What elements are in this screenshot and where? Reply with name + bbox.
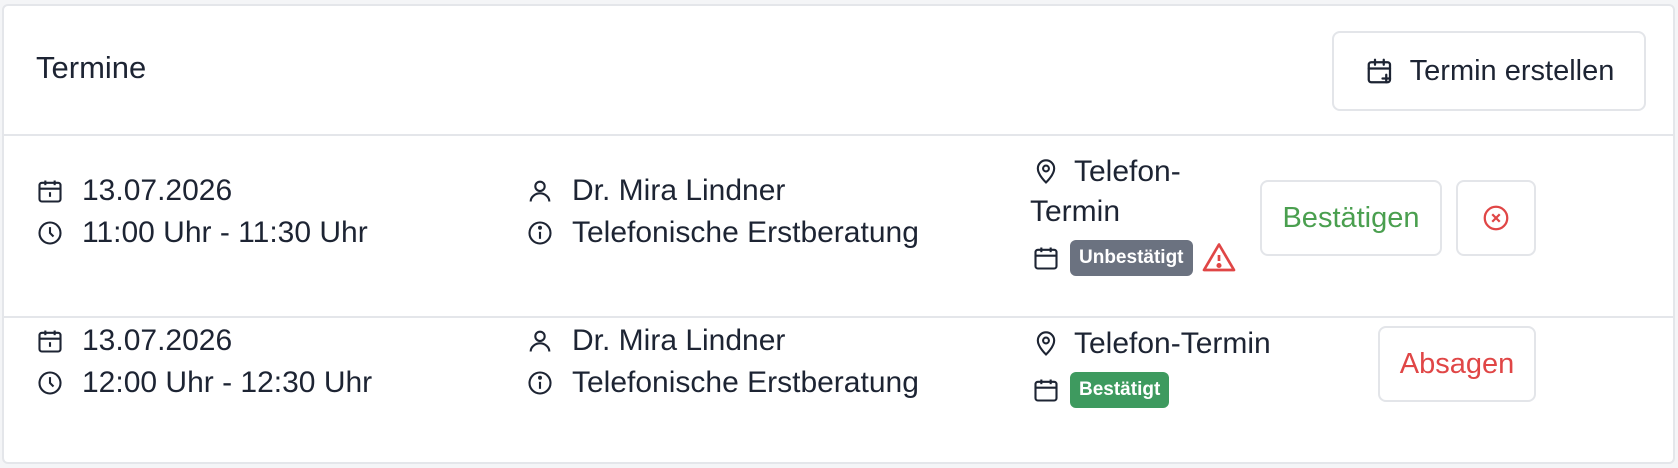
- type-cell: Telefonische Erstberatung: [524, 216, 919, 250]
- location-cell: Telefon-Termin Bestätigt: [1030, 324, 1271, 408]
- appointment-person: Dr. Mira Lindner: [572, 324, 786, 357]
- date-cell: 13.07.2026: [34, 174, 232, 208]
- card-header: Termine Termin erstellen: [4, 6, 1673, 136]
- page-title: Termine: [36, 50, 147, 85]
- calendar-icon: [1030, 374, 1062, 406]
- calendar-icon: [1030, 242, 1062, 274]
- person-cell: Dr. Mira Lindner: [524, 324, 785, 358]
- appointment-row: 13.07.2026 11:00 Uhr - 11:30 Uhr Dr. Mir…: [4, 136, 1673, 318]
- location-line-1: Telefon-: [1074, 155, 1181, 188]
- appointment-date: 13.07.2026: [82, 324, 233, 357]
- location-text: Telefon-Termin: [1074, 327, 1271, 360]
- status-badge: Unbestätigt: [1070, 240, 1193, 276]
- clock-icon: [34, 217, 66, 249]
- appointment-type: Telefonische Erstberatung: [572, 216, 919, 249]
- calendar-icon: [34, 325, 66, 357]
- time-cell: 11:00 Uhr - 11:30 Uhr: [34, 216, 368, 250]
- confirm-button[interactable]: Bestätigen: [1260, 180, 1442, 256]
- calendar-plus-icon: [1364, 55, 1396, 87]
- status-badge: Bestätigt: [1070, 372, 1170, 408]
- location-line-2: Termin: [1030, 195, 1121, 228]
- type-cell: Telefonische Erstberatung: [524, 366, 919, 400]
- location-cell: Telefon- Termin Unbestätigt: [1030, 152, 1237, 276]
- create-appointment-label: Termin erstellen: [1409, 54, 1615, 87]
- person-cell: Dr. Mira Lindner: [524, 174, 785, 208]
- cancel-icon-button[interactable]: [1456, 180, 1536, 256]
- x-circle-icon: [1480, 202, 1512, 234]
- user-icon: [524, 175, 556, 207]
- appointment-time: 11:00 Uhr - 11:30 Uhr: [82, 216, 368, 249]
- warning-triangle-icon: [1201, 240, 1237, 276]
- map-pin-icon: [1030, 328, 1062, 360]
- calendar-icon: [34, 175, 66, 207]
- appointment-date: 13.07.2026: [82, 174, 233, 207]
- appointment-person: Dr. Mira Lindner: [572, 174, 786, 207]
- clock-icon: [34, 367, 66, 399]
- cancel-button[interactable]: Absagen: [1378, 326, 1536, 402]
- date-cell: 13.07.2026: [34, 324, 232, 358]
- info-icon: [524, 217, 556, 249]
- appointment-type: Telefonische Erstberatung: [572, 366, 919, 399]
- map-pin-icon: [1030, 156, 1062, 188]
- time-cell: 12:00 Uhr - 12:30 Uhr: [34, 366, 372, 400]
- create-appointment-button[interactable]: Termin erstellen: [1332, 31, 1646, 111]
- appointment-time: 12:00 Uhr - 12:30 Uhr: [82, 366, 373, 399]
- info-icon: [524, 367, 556, 399]
- appointments-card: Termine Termin erstellen 13.07.2026 11:0…: [2, 4, 1675, 464]
- user-icon: [524, 325, 556, 357]
- appointment-row: 13.07.2026 12:00 Uhr - 12:30 Uhr Dr. Mir…: [4, 318, 1673, 468]
